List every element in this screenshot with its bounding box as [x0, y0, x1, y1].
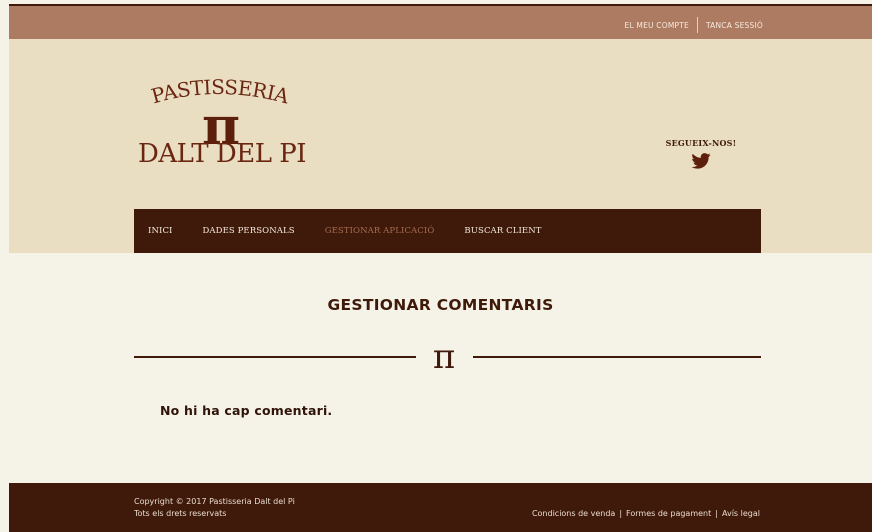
- terms-of-sale-link[interactable]: Condicions de venda: [532, 509, 615, 518]
- site-footer: Copyright © 2017 Pastisseria Dalt del Pi…: [9, 483, 872, 532]
- footer-separator: |: [715, 509, 718, 518]
- payment-methods-link[interactable]: Formes de pagament: [626, 509, 711, 518]
- twitter-icon[interactable]: [691, 153, 711, 173]
- footer-separator: |: [619, 509, 623, 518]
- page: EL MEU COMPTE TANCA SESSIÓ PASTISSERIA π…: [9, 4, 872, 532]
- nav-item-manage-app[interactable]: GESTIONAR APLICACIÓ: [325, 226, 435, 236]
- main-content: GESTIONAR COMENTARIS π No hi ha cap come…: [9, 253, 872, 483]
- legal-notice-link[interactable]: Avís legal: [722, 509, 760, 518]
- site-logo[interactable]: PASTISSERIA π DALT DEL PI: [131, 75, 321, 215]
- footer-copyright-block: Copyright © 2017 Pastisseria Dalt del Pi…: [134, 496, 295, 520]
- top-links-divider: [696, 17, 698, 33]
- empty-comments-message: No hi ha cap comentari.: [160, 403, 333, 418]
- divider-pi-symbol: π: [433, 337, 455, 375]
- my-account-link[interactable]: EL MEU COMPTE: [625, 21, 689, 30]
- rights-text: Tots els drets reservats: [134, 509, 227, 518]
- account-links: EL MEU COMPTE TANCA SESSIÓ: [625, 17, 763, 33]
- nav-item-home[interactable]: INICI: [148, 226, 173, 236]
- social-follow: SEGUEIX-NOS!: [661, 138, 741, 173]
- nav-item-personal-data[interactable]: DADES PERSONALS: [203, 226, 295, 236]
- top-bar: EL MEU COMPTE TANCA SESSIÓ: [9, 4, 872, 39]
- copyright-text: Copyright © 2017 Pastisseria Dalt del Pi: [134, 497, 295, 506]
- page-title: GESTIONAR COMENTARIS: [327, 296, 554, 314]
- nav-item-search-client[interactable]: BUSCAR CLIENT: [464, 226, 541, 236]
- pi-divider: π: [134, 337, 761, 375]
- logo-line2: DALT DEL PI: [138, 139, 307, 169]
- footer-links: Condicions de venda | Formes de pagament…: [532, 509, 760, 518]
- logout-link[interactable]: TANCA SESSIÓ: [706, 21, 763, 30]
- follow-label: SEGUEIX-NOS!: [665, 138, 737, 148]
- main-nav: INICI DADES PERSONALS GESTIONAR APLICACI…: [134, 209, 761, 253]
